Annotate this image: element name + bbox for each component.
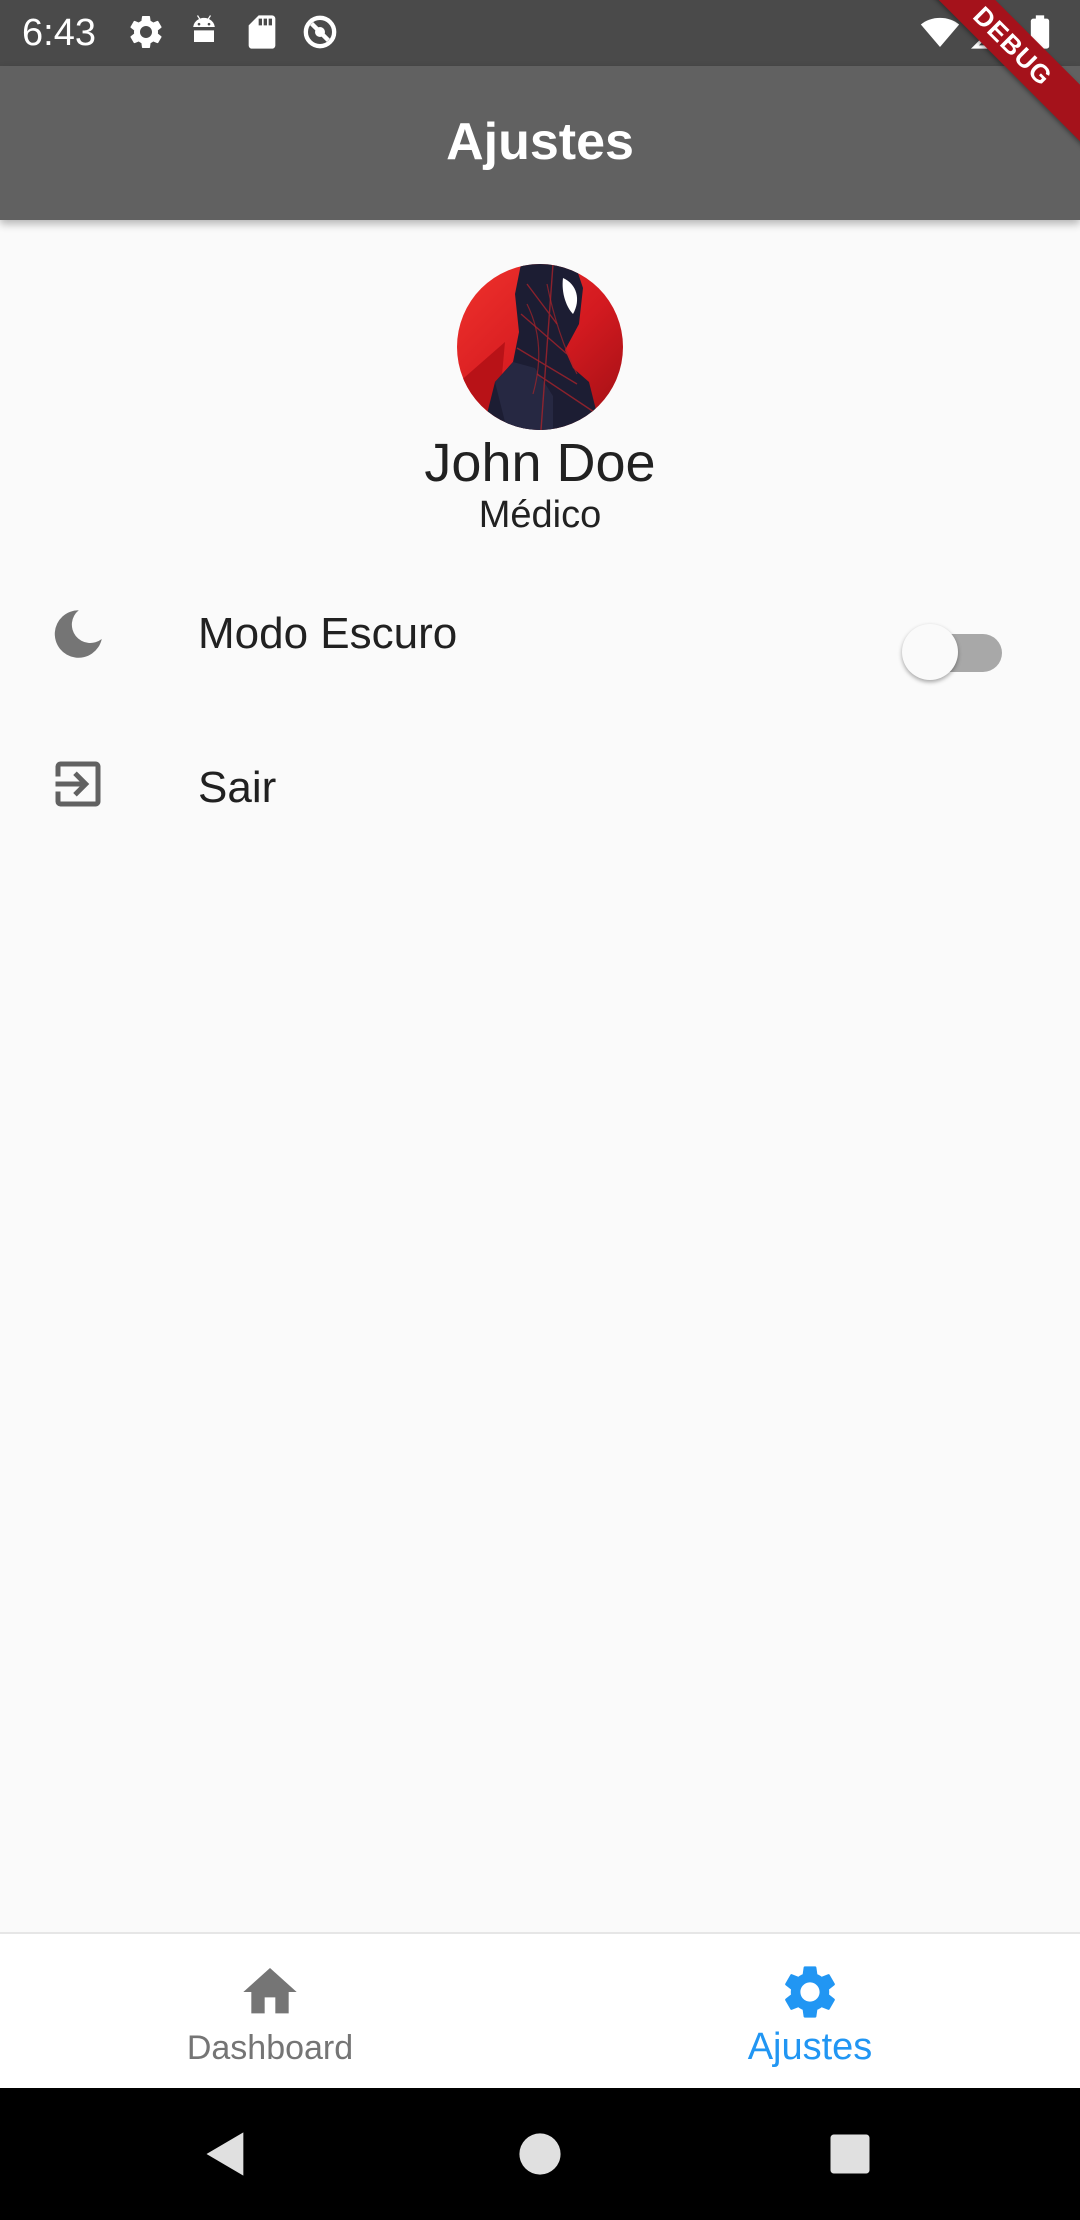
dark-mode-toggle[interactable]	[902, 616, 1002, 680]
home-button-icon[interactable]	[514, 2128, 566, 2180]
settings-status-icon	[126, 12, 166, 57]
wifi-icon	[920, 12, 960, 57]
profile-role: Médico	[478, 494, 602, 536]
exit-icon	[48, 754, 108, 814]
settings-icon	[778, 1960, 842, 2024]
spiderman-avatar	[457, 264, 623, 430]
moon-icon	[48, 604, 108, 664]
dark-mode-setting[interactable]: Modo Escuro	[0, 564, 1080, 704]
dark-mode-label: Modo Escuro	[198, 609, 458, 658]
android-icon	[184, 12, 224, 57]
sd-card-icon	[242, 12, 282, 57]
status-time: 6:43	[22, 12, 96, 54]
home-icon	[238, 1960, 302, 2024]
nav-item-dashboard[interactable]: Dashboard	[0, 1934, 540, 2090]
nav-item-settings[interactable]: Ajustes	[540, 1934, 1080, 2090]
system-navigation-bar	[0, 2088, 1080, 2220]
logout-setting[interactable]: Sair	[0, 718, 1080, 858]
bottom-navigation: Dashboard Ajustes	[0, 1932, 1080, 2090]
profile-name: John Doe	[424, 433, 656, 493]
nav-label-dashboard: Dashboard	[186, 2029, 354, 2067]
toggle-thumb	[902, 624, 958, 680]
logout-label: Sair	[198, 763, 277, 812]
status-bar: 6:43	[0, 0, 1080, 66]
nav-label-settings: Ajustes	[747, 2026, 873, 2068]
data-saver-icon	[300, 12, 340, 57]
app-bar: Ajustes	[0, 66, 1080, 220]
avatar	[457, 264, 623, 430]
recent-apps-icon[interactable]	[824, 2128, 876, 2180]
page-title: Ajustes	[446, 113, 634, 171]
status-icons-left	[126, 12, 340, 57]
back-icon[interactable]	[200, 2128, 252, 2180]
